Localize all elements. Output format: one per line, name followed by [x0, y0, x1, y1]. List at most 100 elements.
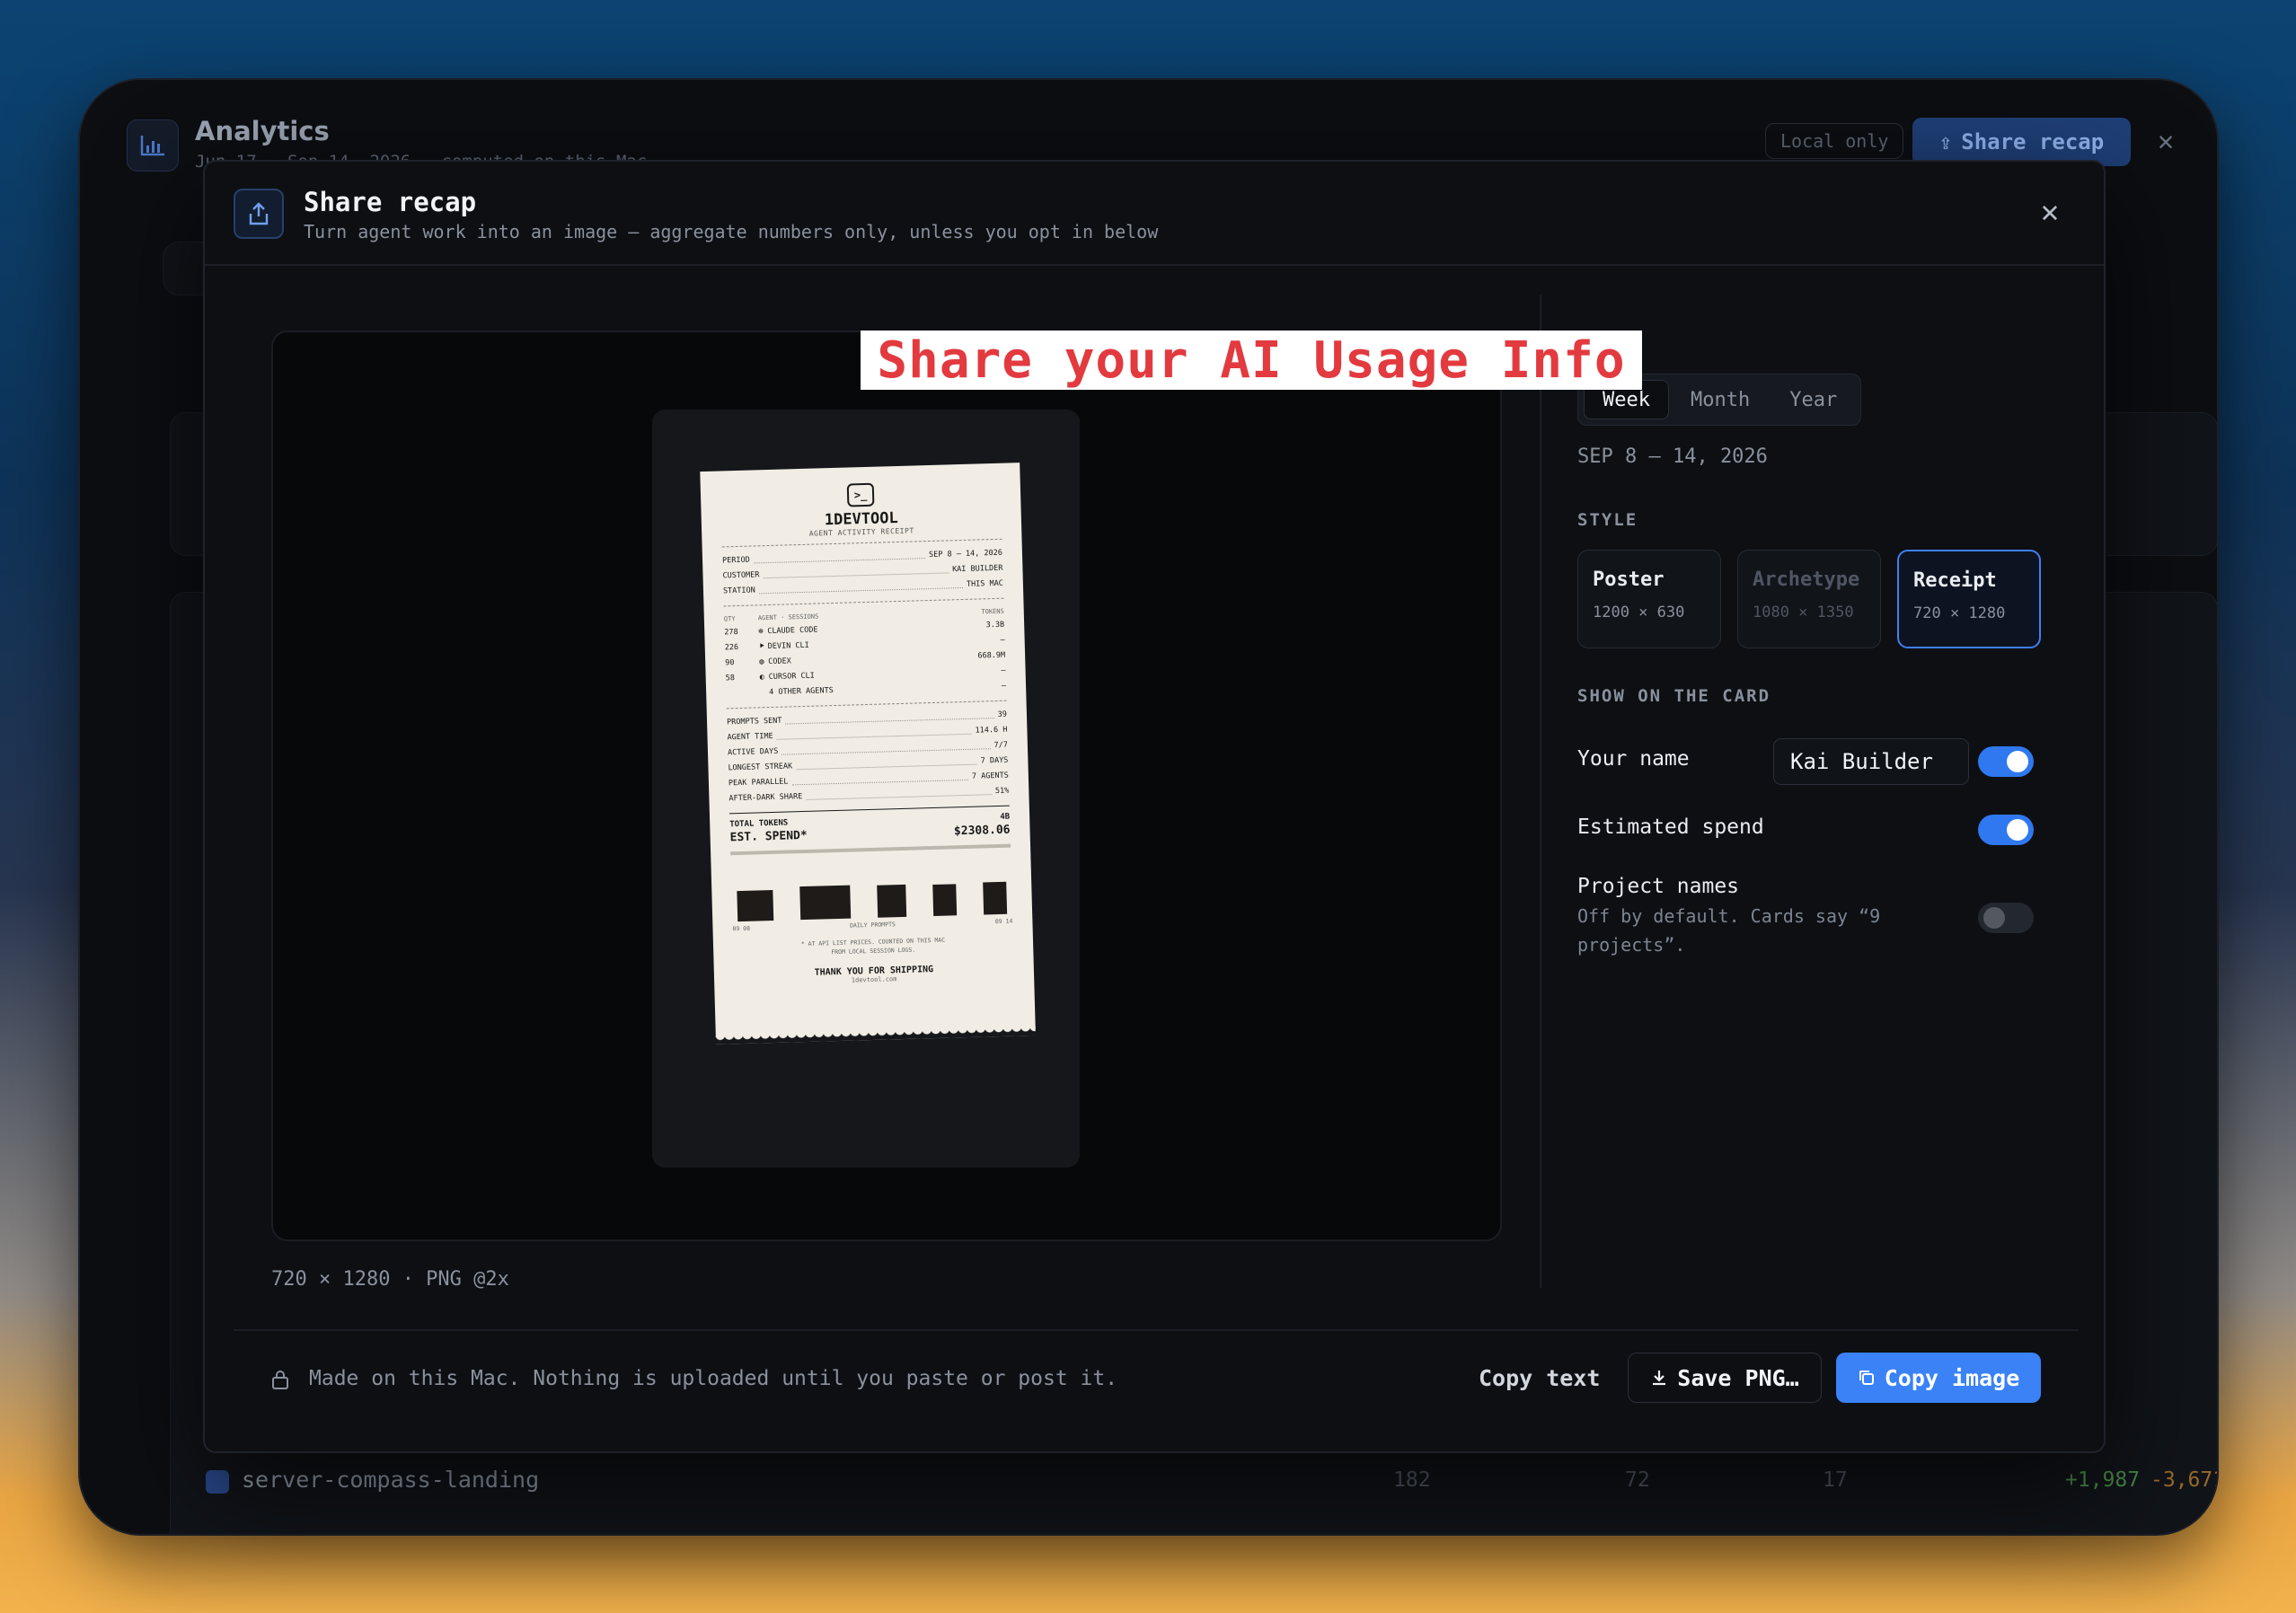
- your-name-label: Your name: [1577, 747, 1690, 771]
- line-key: STATION: [722, 586, 755, 596]
- agent-icon: ◐: [759, 673, 765, 683]
- privacy-note: Made on this Mac. Nothing is uploaded un…: [309, 1367, 1118, 1390]
- agent-qty: 226: [724, 642, 739, 653]
- row-col2: 72: [1625, 1468, 1650, 1492]
- preview-meta: 720 × 1280 · PNG @2x: [271, 1268, 509, 1291]
- spend-label: EST. SPEND*: [729, 828, 808, 845]
- style-option-receipt[interactable]: Receipt 720 × 1280: [1897, 550, 2041, 648]
- save-png-label: Save PNG…: [1677, 1364, 1799, 1391]
- row-lines-added: +1,987: [2065, 1468, 2141, 1492]
- project-icon: [206, 1470, 229, 1494]
- style-size: 1200 × 630: [1593, 604, 1685, 621]
- copy-icon: [1859, 1371, 1874, 1385]
- axis-right: 09 14: [994, 917, 1013, 926]
- line-value: THIS MAC: [966, 578, 1004, 589]
- share-recap-button[interactable]: ⇪ Share recap: [1912, 118, 2131, 166]
- agent-icon: ⯈: [758, 642, 766, 652]
- stat-value: 114.6 H: [975, 725, 1008, 736]
- copy-image-label: Copy image: [1884, 1364, 2020, 1391]
- terminal-icon: >_: [846, 482, 875, 507]
- receipt-agents: 278 ✻ CLAUDE CODE 3.3B 226 ⯈ DEVIN CLI —90 ◍ CODE…: [724, 618, 1006, 702]
- project-name: server-compass-landing: [242, 1467, 540, 1493]
- daily-prompt-bar: [799, 885, 852, 921]
- daily-prompt-bar: [932, 883, 958, 917]
- chart-icon: [127, 119, 179, 172]
- your-name-toggle[interactable]: [1978, 746, 2034, 777]
- agent-icon: ◍: [759, 657, 764, 667]
- style-option-archetype[interactable]: Archetype 1080 × 1350: [1737, 550, 1881, 648]
- share-recap-label: Share recap: [1961, 129, 2105, 154]
- total-tokens-label: TOTAL TOKENS: [729, 818, 789, 830]
- stat-value: 51%: [994, 786, 1010, 797]
- period-year[interactable]: Year: [1771, 380, 1855, 419]
- date-range: SEP 8 – 14, 2026: [1577, 445, 1768, 468]
- copy-text-button[interactable]: Copy text: [1462, 1353, 1616, 1403]
- receipt-stats: PROMPTS SENT 39 AGENT TIME 114.6 H ACTIVE DA…: [727, 708, 1010, 807]
- stat-value: 7 DAYS: [980, 755, 1009, 766]
- agent-qty: 58: [725, 674, 736, 683]
- daily-prompts-bars: [731, 859, 1013, 922]
- stat-key: PEAK PARALLEL: [728, 777, 789, 789]
- estimated-spend-label: Estimated spend: [1577, 815, 1764, 839]
- card-preview: >_ 1DEVTOOL AGENT ACTIVITY RECEIPT PERIO…: [652, 410, 1080, 1168]
- line-key: CUSTOMER: [722, 570, 760, 581]
- show-on-card-label: SHOW ON THE CARD: [1577, 686, 1771, 706]
- agent-icon: ✻: [758, 627, 764, 637]
- share-icon: [234, 189, 284, 239]
- lock-icon: [271, 1369, 291, 1392]
- axis-left: 09 08: [732, 924, 751, 933]
- share-icon: ⇪: [1938, 129, 1953, 154]
- leader-dots: [785, 708, 994, 725]
- app-title: Analytics: [195, 116, 330, 146]
- controls-panel: Week Month Year SEP 8 – 14, 2026 STYLE Pos…: [1577, 162, 2080, 1451]
- divider: [1540, 295, 1541, 1288]
- table-row[interactable]: server-compass-landing 182 72 17 +1,987 …: [206, 1454, 2217, 1508]
- daily-prompt-bar: [877, 884, 907, 918]
- line-key: PERIOD: [721, 555, 750, 566]
- agent-icon: [760, 685, 769, 701]
- col-tokens: TOKENS: [981, 607, 1004, 616]
- project-names-label: Project names: [1577, 875, 1740, 898]
- footer-divider: [234, 1329, 2079, 1331]
- close-icon[interactable]: ✕: [2151, 126, 2180, 157]
- style-size: 1080 × 1350: [1753, 604, 1854, 621]
- total-tokens-value: 4B: [1000, 812, 1011, 822]
- project-names-toggle[interactable]: [1978, 903, 2034, 933]
- col-qty: QTY: [723, 615, 736, 623]
- agent-tokens: 3.3B: [985, 620, 1005, 630]
- style-option-poster[interactable]: Poster 1200 × 630: [1577, 550, 1721, 648]
- stat-value: 7/7: [993, 740, 1009, 751]
- estimated-spend-toggle[interactable]: [1978, 815, 2034, 845]
- project-names-description: Off by default. Cards say “9 projects”.: [1577, 905, 1881, 956]
- stat-value: 39: [997, 710, 1008, 719]
- agent-qty: [726, 685, 760, 701]
- stat-key: ACTIVE DAYS: [727, 746, 779, 758]
- row-col1: 182: [1393, 1468, 1431, 1492]
- row-col3: 17: [1823, 1468, 1848, 1492]
- agent-tokens: —: [1000, 635, 1005, 645]
- style-name: Archetype: [1753, 569, 1860, 591]
- agent-tokens: —: [1001, 665, 1006, 675]
- style-size: 720 × 1280: [1913, 604, 2006, 622]
- copy-image-button[interactable]: Copy image: [1836, 1353, 2041, 1403]
- agent-qty: 278: [724, 627, 738, 638]
- download-icon: [1653, 1371, 1666, 1386]
- axis-mid: DAILY PROMPTS: [849, 921, 896, 930]
- receipt-header-lines: PERIOD SEP 8 – 14, 2026 CUSTOMER KAI BUILDE…: [722, 546, 1003, 600]
- your-name-input[interactable]: Kai Builder: [1773, 738, 1969, 785]
- stat-key: PROMPTS SENT: [726, 716, 782, 727]
- stat-key: AFTER-DARK SHARE: [729, 792, 803, 804]
- stat-value: 7 AGENTS: [971, 771, 1010, 781]
- save-png-button[interactable]: Save PNG…: [1628, 1353, 1822, 1403]
- style-label: STYLE: [1577, 510, 1638, 530]
- local-only-badge: Local only: [1765, 123, 1904, 159]
- leader-dots: [753, 548, 926, 564]
- daily-prompt-bar: [737, 889, 774, 922]
- style-name: Poster: [1593, 569, 1665, 591]
- overlay-caption: Share your AI Usage Info: [861, 331, 1642, 390]
- period-month[interactable]: Month: [1673, 380, 1768, 419]
- agent-tokens: —: [1001, 681, 1007, 691]
- agent-tokens: 668.9M: [977, 650, 1006, 661]
- row-lines-removed: -3,671: [2150, 1468, 2219, 1492]
- line-value: KAI BUILDER: [951, 563, 1003, 575]
